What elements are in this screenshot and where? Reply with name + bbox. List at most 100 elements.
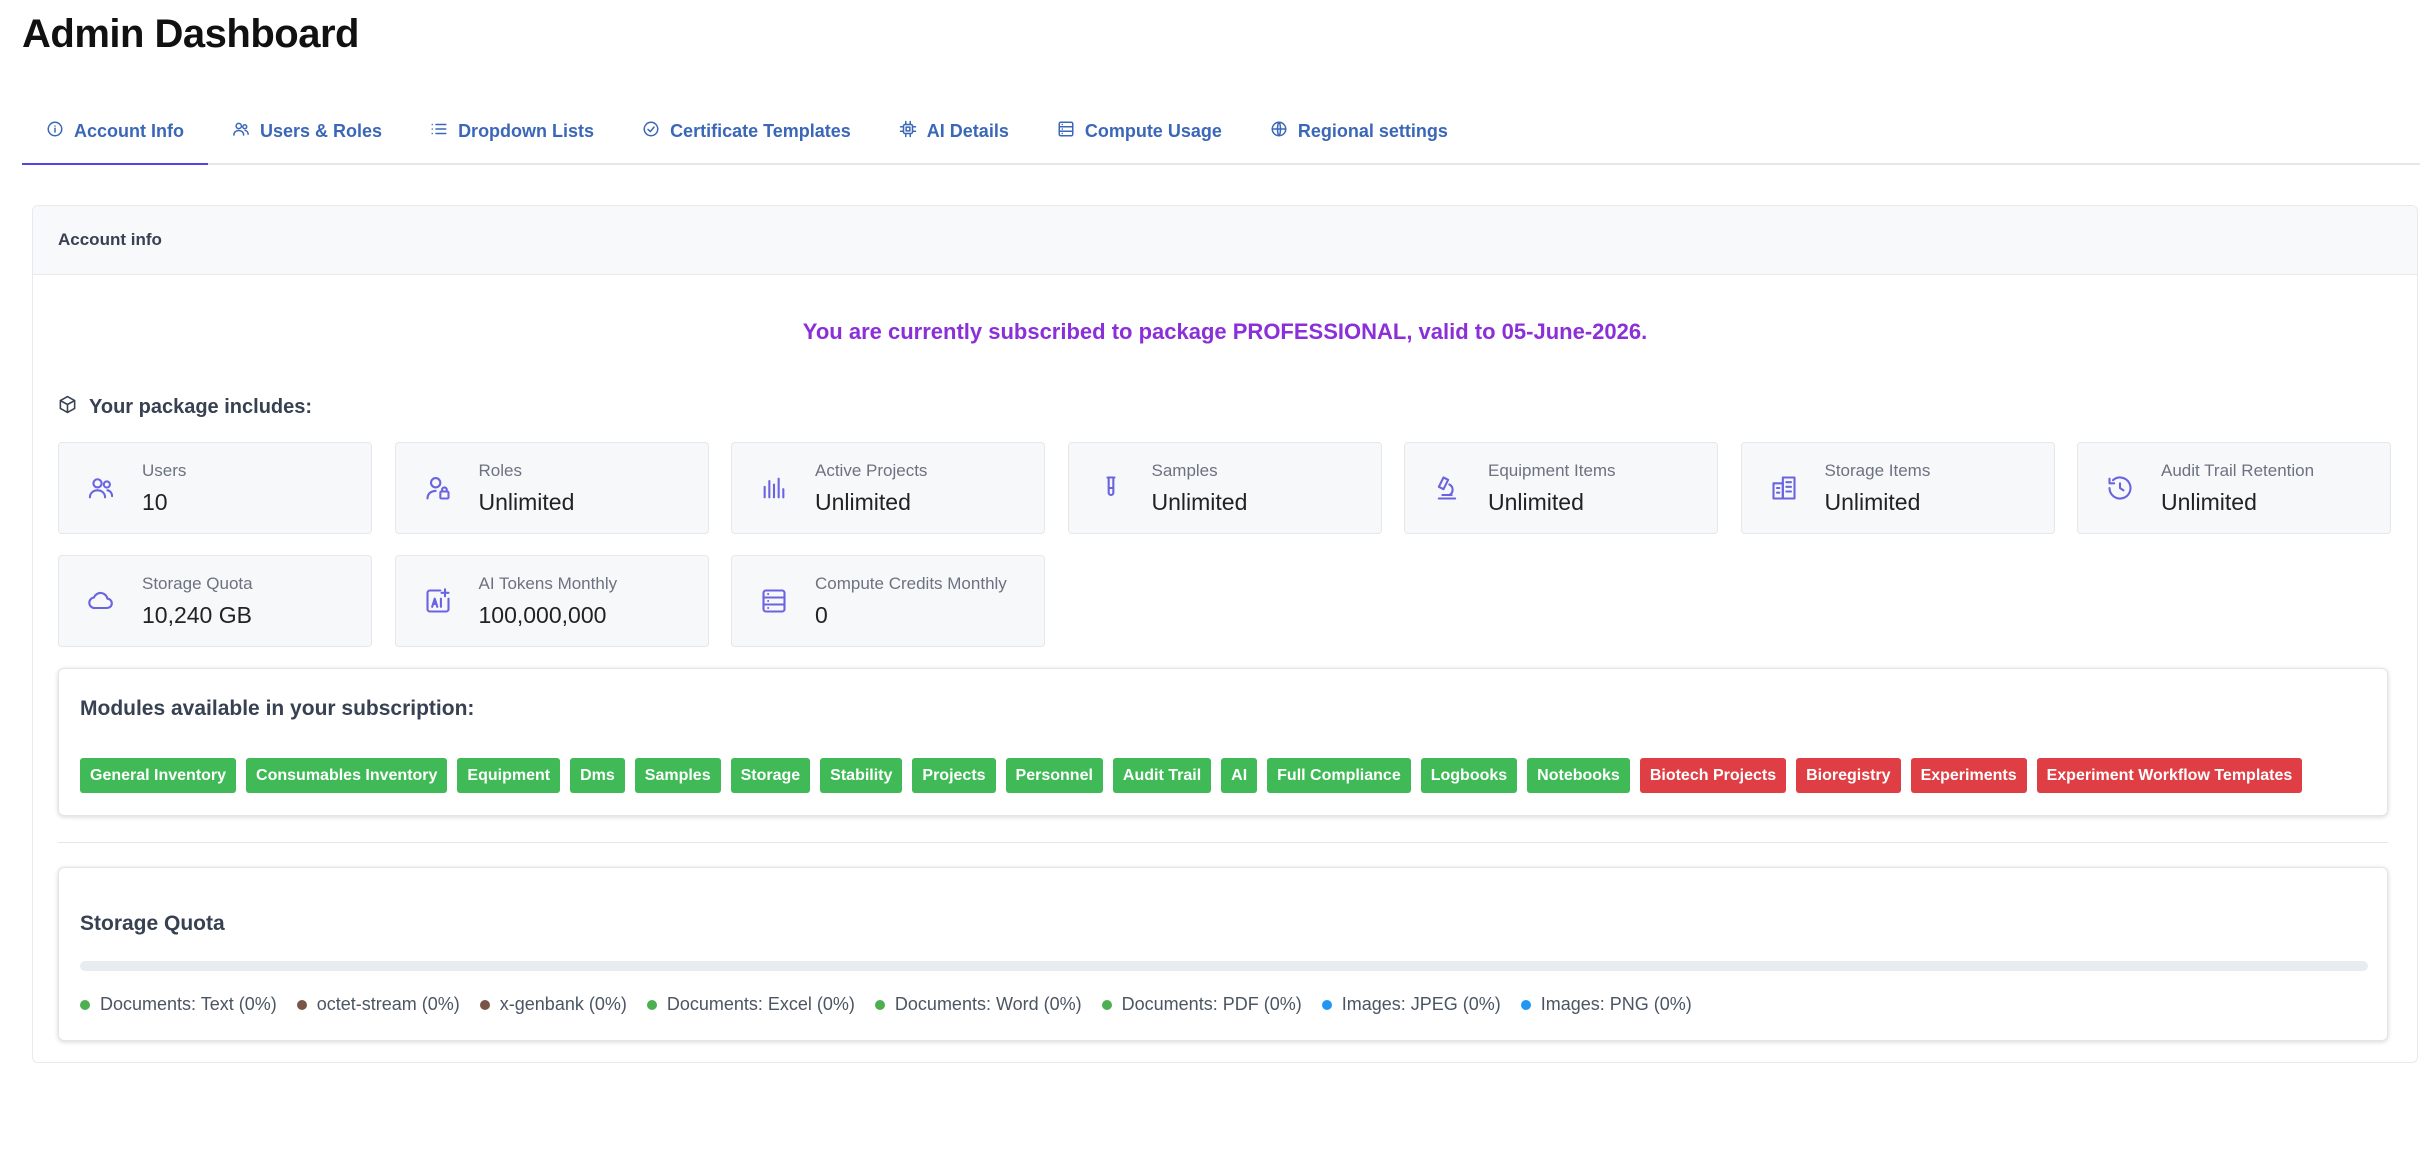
legend-label: Documents: Word (0%) — [894, 994, 1082, 1014]
module-badge: Logbooks — [1420, 758, 1518, 793]
module-badge: Stability — [820, 758, 903, 793]
tab-ai-details[interactable]: AI Details — [875, 100, 1033, 165]
globe-icon — [1270, 120, 1288, 143]
stat-card: Samples Unlimited — [1067, 442, 1382, 534]
legend-item: Documents: Text (0%) — [80, 994, 277, 1015]
tab-certificate-templates[interactable]: Certificate Templates — [618, 100, 875, 165]
stat-label: Samples — [1151, 461, 1218, 480]
building-icon — [1770, 474, 1798, 502]
module-badge: Bioregistry — [1796, 758, 1901, 793]
legend-item: Documents: Excel (0%) — [646, 994, 855, 1015]
ai-image-icon — [424, 587, 452, 615]
server-icon — [1057, 120, 1075, 143]
stat-value: 0 — [815, 602, 828, 628]
legend-label: Images: PNG (0%) — [1540, 994, 1692, 1014]
stat-label: Active Projects — [815, 461, 928, 480]
module-badge: Experiments — [1910, 758, 2027, 793]
legend-dot-icon — [1321, 999, 1332, 1010]
card-header: Account info — [33, 206, 2417, 275]
stat-card: Active Projects Unlimited — [731, 442, 1045, 534]
check-circle-icon — [642, 120, 660, 143]
account-info-card: Account info You are currently subscribe… — [32, 205, 2418, 1063]
modules-panel: Modules available in your subscription: … — [58, 668, 2388, 816]
legend-label: octet-stream (0%) — [316, 994, 460, 1014]
legend-dot-icon — [1101, 999, 1112, 1010]
stat-label: Equipment Items — [1488, 461, 1616, 480]
module-badge: Equipment — [457, 758, 561, 793]
bar-chart-icon — [760, 474, 788, 502]
tab-label: Certificate Templates — [670, 121, 851, 141]
stat-value: Unlimited — [478, 489, 575, 515]
tab-label: AI Details — [926, 121, 1009, 141]
tab-label: Account Info — [74, 121, 184, 141]
modules-heading: Modules available in your subscription: — [80, 697, 475, 720]
test-tube-icon — [1097, 474, 1125, 502]
tab-label: Compute Usage — [1084, 121, 1222, 141]
microscope-icon — [1433, 474, 1461, 502]
tab-bar: Account Info Users & Roles Dropdown Lists C… — [22, 100, 2420, 165]
stat-card: Compute Credits Monthly 0 — [731, 555, 1045, 647]
module-badges: General Inventory Consumables Inventory Eq… — [80, 758, 2303, 793]
legend-dot-icon — [1520, 999, 1531, 1010]
stat-label: Roles — [478, 461, 522, 480]
legend-label: Documents: Text (0%) — [100, 994, 277, 1014]
stat-card: Equipment Items Unlimited — [1404, 442, 1718, 534]
users-icon — [232, 120, 250, 143]
module-badge: Dms — [570, 758, 625, 793]
module-badge: Consumables Inventory — [246, 758, 448, 793]
module-badge: Biotech Projects — [1639, 758, 1787, 793]
stat-value: 10,240 GB — [142, 602, 252, 628]
module-badge: General Inventory — [80, 758, 237, 793]
storage-quota-legend: Documents: Text (0%) octet-stream (0%) x-g… — [80, 994, 1692, 1015]
stat-label: Audit Trail Retention — [2161, 461, 2315, 480]
package-box-icon — [58, 395, 77, 420]
stat-value: Unlimited — [1488, 489, 1584, 515]
module-badge: Personnel — [1005, 758, 1103, 793]
stat-card: Audit Trail Retention Unlimited — [2077, 442, 2391, 534]
module-badge: Notebooks — [1527, 758, 1630, 793]
tab-account-info[interactable]: Account Info — [22, 100, 208, 165]
stat-label: Storage Items — [1824, 461, 1931, 480]
page-title: Admin Dashboard — [22, 12, 359, 56]
tab-label: Users & Roles — [260, 121, 383, 141]
stat-label: Compute Credits Monthly — [815, 574, 1007, 593]
legend-label: Documents: PDF (0%) — [1121, 994, 1302, 1014]
package-heading-label: Your package includes: — [89, 396, 313, 418]
stat-value: Unlimited — [2161, 489, 2257, 515]
module-badge: Audit Trail — [1112, 758, 1212, 793]
legend-label: Documents: Excel (0%) — [666, 994, 855, 1014]
stat-card: Roles Unlimited — [394, 442, 709, 534]
legend-dot-icon — [874, 999, 885, 1010]
stat-card: AI Tokens Monthly 100,000,000 — [394, 555, 709, 647]
stat-value: Unlimited — [1824, 489, 1921, 515]
stat-card: Storage Quota 10,240 GB — [58, 555, 372, 647]
section-divider — [58, 842, 2388, 843]
module-badge: Samples — [634, 758, 721, 793]
legend-item: Images: PNG (0%) — [1520, 994, 1692, 1015]
module-badge: AI — [1221, 758, 1258, 793]
stat-value: Unlimited — [815, 489, 911, 515]
list-icon — [430, 120, 448, 143]
module-badge: Storage — [730, 758, 811, 793]
module-badge: Full Compliance — [1267, 758, 1411, 793]
tab-regional-settings[interactable]: Regional settings — [1246, 100, 1472, 165]
legend-dot-icon — [296, 999, 307, 1010]
storage-quota-panel: Storage Quota Documents: Text (0%) octet-… — [58, 867, 2388, 1041]
tab-users-roles[interactable]: Users & Roles — [208, 100, 406, 165]
legend-item: octet-stream (0%) — [296, 994, 460, 1015]
legend-label: x-genbank (0%) — [499, 994, 627, 1014]
legend-dot-icon — [646, 999, 657, 1010]
tab-label: Regional settings — [1297, 121, 1448, 141]
subscription-notice: You are currently subscribed to package … — [802, 319, 1648, 344]
user-lock-icon — [424, 474, 452, 502]
legend-item: x-genbank (0%) — [479, 994, 627, 1015]
package-heading: Your package includes: — [58, 395, 312, 420]
stat-value: 100,000,000 — [478, 602, 607, 628]
legend-item: Images: JPEG (0%) — [1321, 994, 1501, 1015]
tab-dropdown-lists[interactable]: Dropdown Lists — [406, 100, 618, 165]
tab-compute-usage[interactable]: Compute Usage — [1033, 100, 1246, 165]
users-icon — [87, 474, 115, 502]
stat-label: AI Tokens Monthly — [478, 574, 618, 593]
stat-label: Storage Quota — [142, 574, 253, 593]
stat-card: Users 10 — [58, 442, 372, 534]
